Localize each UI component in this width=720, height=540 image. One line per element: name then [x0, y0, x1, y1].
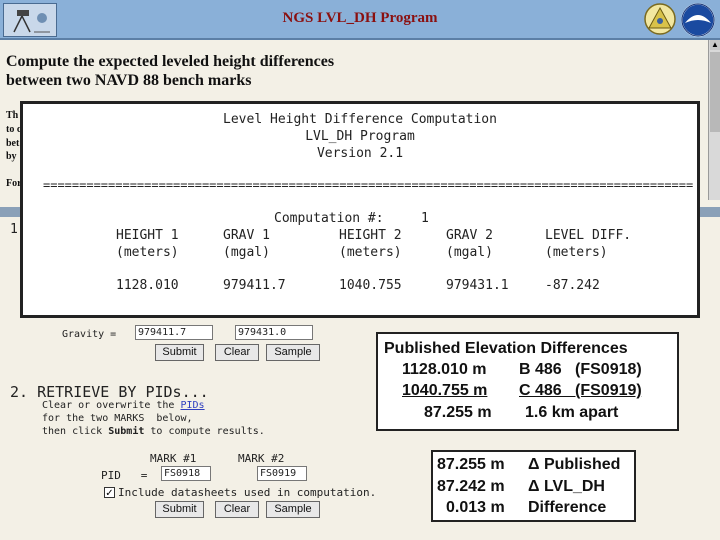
value-height1: 1128.010: [116, 278, 179, 293]
col-header-height1: HEIGHT 1: [116, 228, 179, 243]
published-mark2: C 486 (FS0919): [519, 382, 642, 399]
mark2-label: MARK #2: [238, 452, 285, 465]
delta-lvl-dh-label: Δ LVL_DH: [528, 478, 605, 495]
intro-text-fragment: to c: [6, 124, 22, 135]
col-unit-height2: (meters): [339, 245, 402, 260]
gravity2-input[interactable]: 979431.0: [235, 325, 313, 340]
pid1-input[interactable]: FS0918: [161, 466, 211, 481]
output-program-name: LVL_DH Program: [305, 129, 415, 144]
col-unit-grav2: (mgal): [446, 245, 493, 260]
vertical-scrollbar[interactable]: ▲: [708, 40, 720, 200]
noaa-logo-icon: [681, 3, 715, 37]
difference-value: 0.013 m: [446, 499, 505, 516]
pid2-input[interactable]: FS0919: [257, 466, 307, 481]
computation-number: 1: [421, 211, 429, 226]
gravity-label: Gravity =: [62, 329, 117, 340]
section-number-fragment: 1: [10, 222, 18, 237]
pid-sample-button[interactable]: Sample: [266, 501, 320, 518]
delta-published-label: Δ Published: [528, 456, 621, 473]
submit-button[interactable]: Submit: [155, 344, 204, 361]
col-header-grav1: GRAV 1: [223, 228, 270, 243]
col-unit-level-diff: (meters): [545, 245, 608, 260]
col-header-height2: HEIGHT 2: [339, 228, 402, 243]
value-grav1: 979411.7: [223, 278, 286, 293]
pid-label: PID =: [101, 469, 148, 482]
comparison-box: 87.255 m Δ Published 87.242 m Δ LVL_DH 0…: [431, 450, 636, 522]
gravity1-input[interactable]: 979411.7: [135, 325, 213, 340]
sample-button[interactable]: Sample: [266, 344, 320, 361]
instruction-line-2: for the two MARKS below,: [42, 413, 193, 424]
published-title: Published Elevation Differences: [384, 340, 628, 357]
include-datasheets-label: Include datasheets used in computation.: [118, 486, 377, 499]
value-grav2: 979431.1: [446, 278, 509, 293]
published-height1: 1128.010 m: [402, 361, 487, 378]
mark1-label: MARK #1: [150, 452, 197, 465]
col-header-level-diff: LEVEL DIFF.: [545, 228, 632, 243]
delta-published-value: 87.255 m: [437, 456, 505, 473]
survey-seal-icon: [644, 3, 676, 35]
computation-output-panel: Level Height Difference Computation LVL_…: [20, 101, 700, 318]
col-header-grav2: GRAV 2: [446, 228, 493, 243]
clear-button[interactable]: Clear: [215, 344, 259, 361]
pid-clear-button[interactable]: Clear: [215, 501, 259, 518]
col-unit-height1: (meters): [116, 245, 179, 260]
instruction-line-1: Clear or overwrite the PIDs: [42, 400, 205, 411]
instruction-line-3: then click Submit to compute results.: [42, 426, 265, 437]
pids-link[interactable]: PIDs: [180, 400, 204, 411]
intro-text-fragment: bet: [6, 138, 20, 149]
intro-text-fragment: by: [6, 151, 17, 162]
page-heading: Compute the expected leveled height diff…: [6, 53, 335, 89]
output-title: Level Height Difference Computation: [223, 112, 497, 127]
value-height2: 1040.755: [339, 278, 402, 293]
value-level-diff: -87.242: [545, 278, 600, 293]
include-datasheets-checkbox[interactable]: ✓: [104, 487, 115, 499]
app-title: NGS LVL_DH Program: [282, 10, 438, 26]
published-difference: 87.255 m: [424, 404, 492, 421]
scroll-thumb[interactable]: [710, 52, 720, 132]
intro-text-fragment: Th: [6, 110, 19, 121]
published-elevation-differences-box: Published Elevation Differences 1128.010…: [376, 332, 679, 431]
difference-label: Difference: [528, 499, 607, 516]
output-separator: ========================================…: [43, 178, 693, 192]
computation-number-label: Computation #:: [274, 211, 384, 226]
pid-submit-button[interactable]: Submit: [155, 501, 204, 518]
page-header: NGS LVL_DH Program: [0, 0, 720, 40]
col-unit-grav1: (mgal): [223, 245, 270, 260]
output-version: Version 2.1: [316, 146, 404, 161]
published-height2: 1040.755 m: [402, 382, 488, 399]
delta-lvl-dh-value: 87.242 m: [437, 478, 505, 495]
scroll-up-icon[interactable]: ▲: [710, 40, 720, 50]
published-distance: 1.6 km apart: [525, 404, 619, 421]
published-mark1: B 486 (FS0918): [519, 361, 642, 378]
retrieve-by-pids-title: 2. RETRIEVE BY PIDs...: [10, 383, 209, 401]
